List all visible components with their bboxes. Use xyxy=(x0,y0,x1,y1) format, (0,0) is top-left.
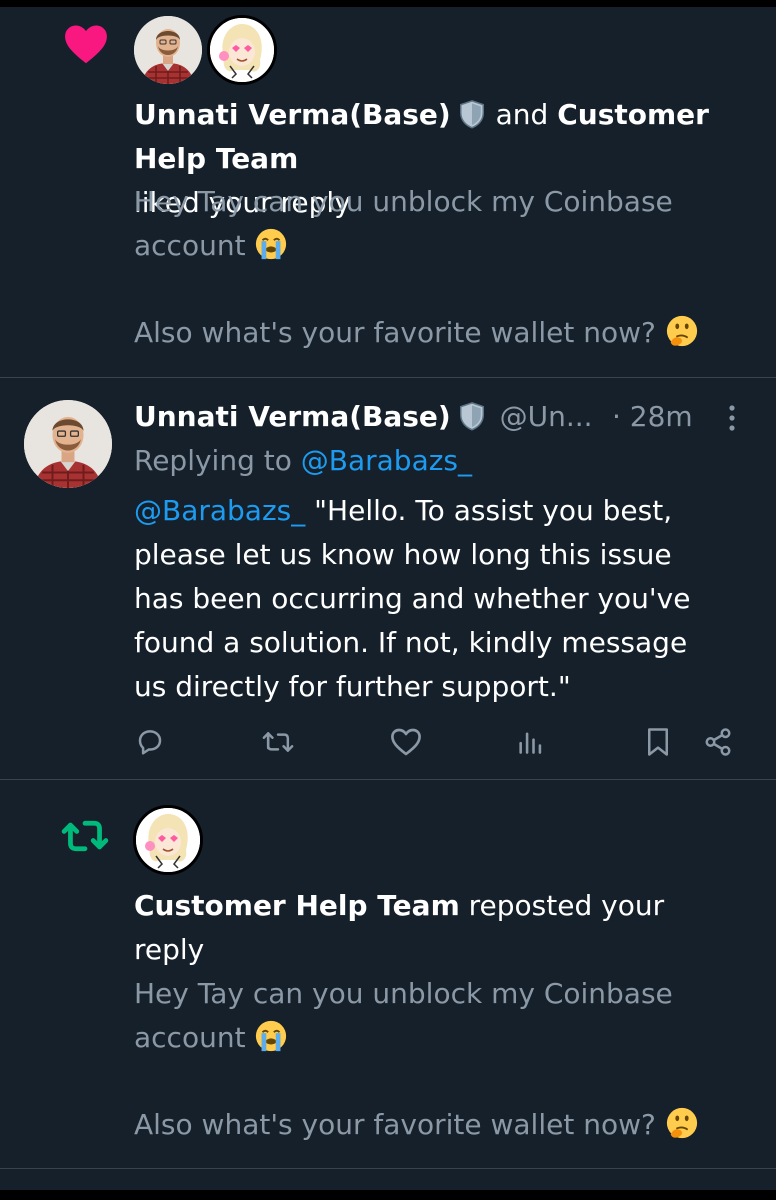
bottom-bar xyxy=(0,1190,776,1200)
cartoon-girl-icon xyxy=(136,808,200,872)
repost-icon xyxy=(262,732,294,752)
like-button[interactable] xyxy=(386,722,426,762)
views-chart-icon xyxy=(519,732,542,754)
conjunction-text: and xyxy=(495,98,549,131)
tweet-body-line-4: found a solution. If not, kindly message xyxy=(134,626,688,659)
repost-icon xyxy=(61,820,109,852)
share-icon xyxy=(705,728,731,756)
reply-line-3: Also what's your favorite wallet now? xyxy=(134,1108,656,1141)
avatar-unnati-verma[interactable] xyxy=(134,16,202,84)
thinking-face-icon xyxy=(666,315,697,347)
tweet-display-name[interactable]: Unnati Verma(Base) xyxy=(134,400,451,433)
tweet-author-avatar[interactable] xyxy=(24,400,112,488)
reply-icon xyxy=(138,730,162,755)
man-portrait-icon xyxy=(24,400,112,488)
reply-line-3: Also what's your favorite wallet now? xyxy=(134,316,656,349)
repost-action-text-line-2: reply xyxy=(134,933,205,966)
shield-icon xyxy=(459,100,484,129)
divider xyxy=(0,1168,776,1169)
views-button[interactable] xyxy=(510,722,550,762)
divider xyxy=(0,377,776,378)
shield-icon xyxy=(459,402,484,431)
tweet-body-line-5: us directly for further support." xyxy=(134,670,571,703)
reply-line-1: Hey Tay can you unblock my Coinbase xyxy=(134,185,673,218)
replying-to-label: Replying to xyxy=(134,444,292,477)
reply-button[interactable] xyxy=(130,722,170,762)
tweet-handle[interactable]: @Un... xyxy=(500,400,593,433)
tweet-body-line-2: please let us know how long this issue xyxy=(134,538,672,571)
reply-line-2: account xyxy=(134,1021,246,1054)
repost-button[interactable] xyxy=(258,722,298,762)
repost-notification-text: Customer Help Team reposted your reply xyxy=(134,884,754,972)
avatar-customer-help-team[interactable] xyxy=(207,15,277,85)
repost-action-text: reposted your xyxy=(468,889,665,922)
bookmark-button[interactable] xyxy=(638,722,678,762)
tweet-header: Unnati Verma(Base) @Un... xyxy=(134,395,593,439)
bookmark-icon xyxy=(648,728,668,756)
share-button[interactable] xyxy=(698,722,738,762)
tweet-body-line-3: has been occurring and whether you've xyxy=(134,582,691,615)
reply-line-2: account xyxy=(134,229,246,262)
actor-unnati-verma[interactable]: Unnati Verma(Base) xyxy=(134,98,451,131)
tweet-timestamp[interactable]: · 28m xyxy=(612,395,693,439)
mention-link[interactable]: @Barabazs_ xyxy=(134,494,305,527)
heart-icon xyxy=(65,25,107,64)
crying-face-icon xyxy=(256,228,287,260)
liked-reply-preview[interactable]: Hey Tay can you unblock my Coinbase acco… xyxy=(134,180,754,355)
cartoon-girl-icon xyxy=(210,18,274,82)
actor-customer-help-team[interactable]: Customer Help Team xyxy=(134,889,460,922)
heart-outline-icon xyxy=(391,728,421,756)
avatar-customer-help-team[interactable] xyxy=(133,805,203,875)
reposted-reply-preview[interactable]: Hey Tay can you unblock my Coinbase acco… xyxy=(134,972,754,1147)
thinking-face-icon xyxy=(666,1107,697,1139)
more-options-icon[interactable] xyxy=(724,402,740,434)
tweet-body: @Barabazs_ "Hello. To assist you best, p… xyxy=(134,489,754,709)
replying-to-line: Replying to @Barabazs_ xyxy=(134,439,472,483)
man-portrait-icon xyxy=(134,16,202,84)
top-bar xyxy=(0,0,776,7)
divider xyxy=(0,779,776,780)
reply-line-1: Hey Tay can you unblock my Coinbase xyxy=(134,977,673,1010)
tweet-body-line-1: "Hello. To assist you best, xyxy=(314,494,673,527)
crying-face-icon xyxy=(256,1020,287,1052)
replying-to-handle-link[interactable]: @Barabazs_ xyxy=(301,444,472,477)
